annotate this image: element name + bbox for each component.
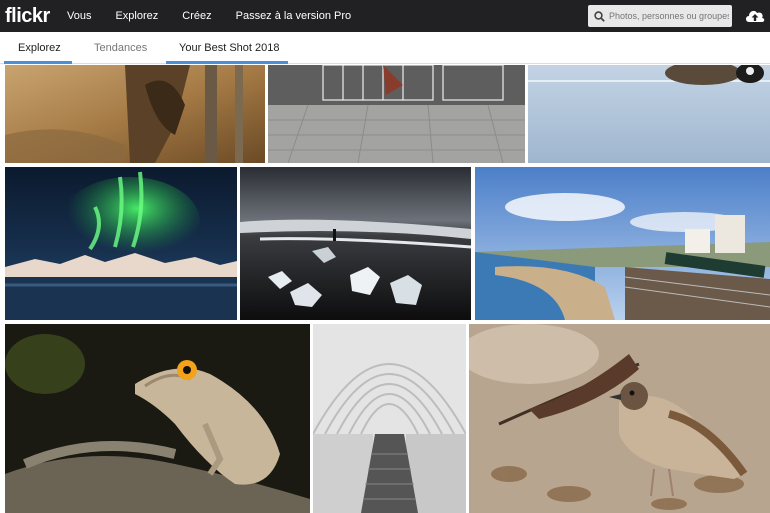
flickr-logo[interactable]: flickr bbox=[5, 5, 67, 28]
photo-ice-beach-surfer[interactable] bbox=[240, 167, 471, 320]
main-nav: Vous Explorez Créez Passez à la version … bbox=[67, 10, 375, 22]
tab-explorez[interactable]: Explorez bbox=[18, 32, 61, 64]
upload-cloud-icon[interactable] bbox=[744, 6, 766, 26]
search-box[interactable] bbox=[588, 5, 732, 27]
photo-aurora-mountains[interactable] bbox=[5, 167, 237, 320]
nav-upgrade-pro[interactable]: Passez à la version Pro bbox=[236, 10, 352, 22]
tab-your-best-shot-2018[interactable]: Your Best Shot 2018 bbox=[179, 32, 280, 64]
tab-best-shot-underline bbox=[166, 61, 288, 64]
photo-gecko-on-branch[interactable] bbox=[5, 324, 310, 513]
nav-vous[interactable]: Vous bbox=[67, 10, 91, 22]
nav-creez[interactable]: Créez bbox=[182, 10, 211, 22]
search-input[interactable] bbox=[609, 11, 729, 21]
explore-tabs: Explorez Tendances Your Best Shot 2018 bbox=[0, 32, 770, 64]
tab-explorez-underline bbox=[4, 61, 72, 64]
tab-tendances[interactable]: Tendances bbox=[94, 32, 147, 64]
search-icon bbox=[594, 10, 605, 22]
photo-street-pavement[interactable] bbox=[268, 65, 525, 163]
top-navigation-bar: flickr Vous Explorez Créez Passez à la v… bbox=[0, 0, 770, 32]
photo-thrush-on-ground[interactable] bbox=[469, 324, 770, 513]
nav-explorez[interactable]: Explorez bbox=[115, 10, 158, 22]
photo-hawk-on-post[interactable] bbox=[5, 65, 265, 163]
photo-arched-corridor-stairs[interactable] bbox=[313, 324, 466, 513]
photo-coastal-railway-town[interactable] bbox=[475, 167, 770, 320]
photo-duck-on-water[interactable] bbox=[528, 65, 770, 163]
